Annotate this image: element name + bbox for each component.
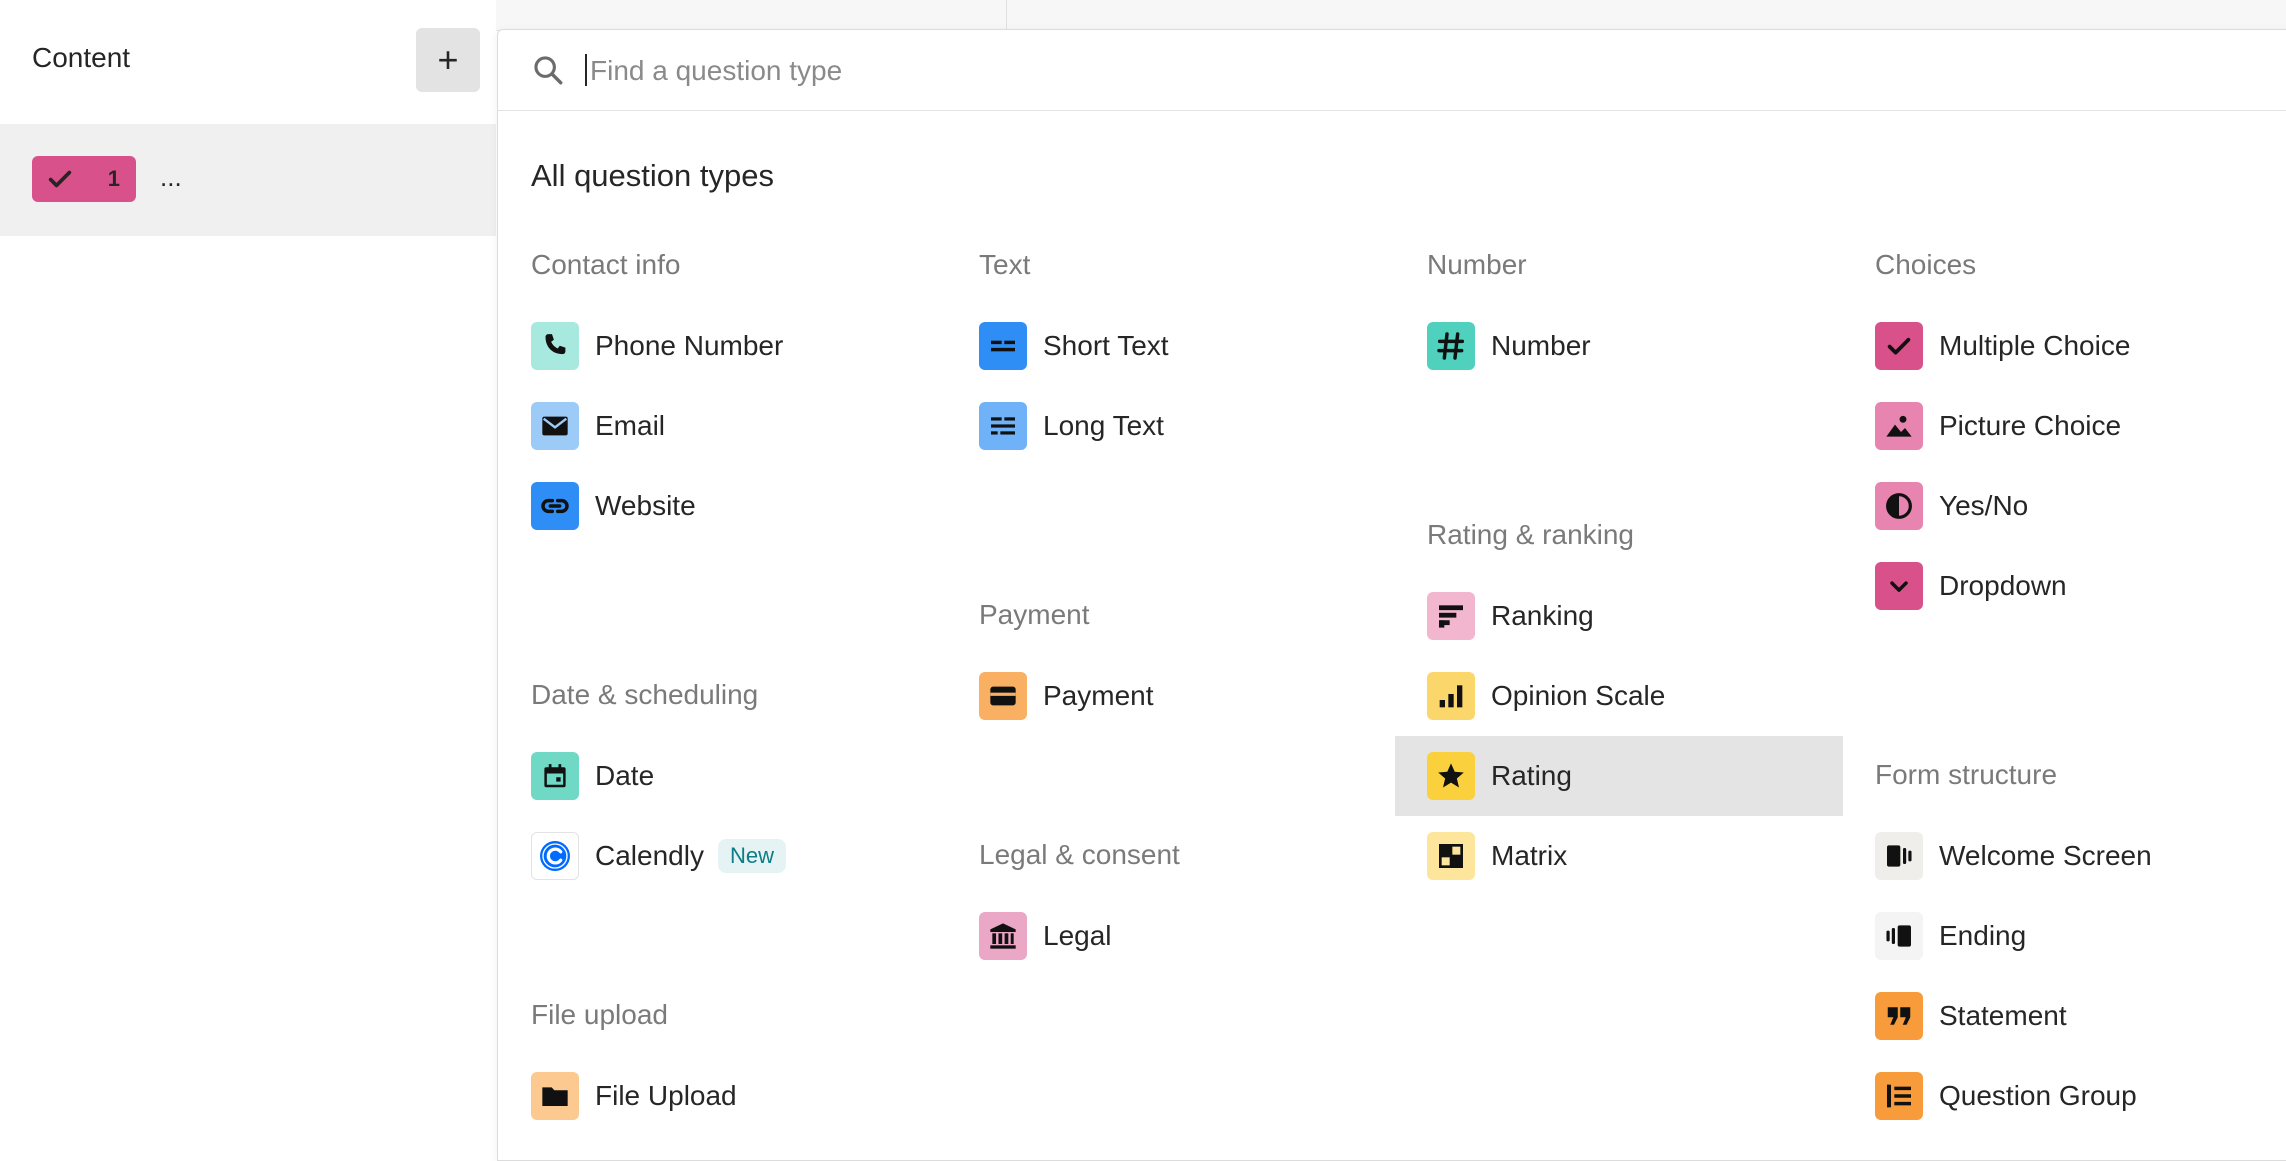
item-long-text[interactable]: Long Text — [947, 386, 1395, 466]
item-statement[interactable]: Statement — [1843, 976, 2286, 1056]
group-title: File upload — [531, 999, 668, 1030]
long-text-icon — [979, 402, 1027, 450]
item-label: Statement — [1939, 1000, 2067, 1031]
add-question-button[interactable]: + — [416, 28, 480, 92]
credit-card-icon — [979, 672, 1027, 720]
top-strip — [496, 0, 2286, 31]
group-title: Contact info — [531, 249, 681, 280]
item-label: Calendly — [595, 840, 704, 871]
link-icon — [531, 482, 579, 530]
item-label: Picture Choice — [1939, 410, 2122, 441]
item-label: Phone Number — [595, 330, 784, 361]
item-welcome-screen[interactable]: Welcome Screen — [1843, 816, 2286, 896]
item-label: Long Text — [1043, 410, 1164, 441]
short-text-icon — [979, 322, 1027, 370]
item-label: Opinion Scale — [1491, 680, 1666, 711]
item-label: Question Group — [1939, 1080, 2137, 1111]
item-phone-number[interactable]: Phone Number — [499, 306, 947, 386]
envelope-icon — [531, 402, 579, 450]
text-caret — [585, 54, 587, 86]
item-label: Rating — [1491, 760, 1572, 791]
item-ranking[interactable]: Ranking — [1395, 576, 1843, 656]
item-label: Legal — [1043, 920, 1112, 951]
phone-icon — [531, 322, 579, 370]
question-type-picker: All question types Contact info Phone Nu… — [497, 29, 2286, 1161]
item-legal[interactable]: Legal — [947, 896, 1395, 976]
question-list-item[interactable]: 1 ... — [0, 124, 496, 236]
divider — [1006, 0, 1007, 30]
folder-icon — [531, 1072, 579, 1120]
group-title: Form structure — [1875, 759, 2058, 790]
hash-icon — [1427, 322, 1475, 370]
item-label: Ranking — [1491, 600, 1594, 631]
group-title: Text — [979, 249, 1031, 280]
check-icon — [48, 170, 72, 188]
group-title: Date & scheduling — [531, 679, 759, 710]
sidebar-header: Content + — [0, 0, 496, 124]
item-label: Email — [595, 410, 666, 441]
star-icon — [1427, 752, 1475, 800]
item-date[interactable]: Date — [499, 736, 947, 816]
item-picture-choice[interactable]: Picture Choice — [1843, 386, 2286, 466]
picture-icon — [1875, 402, 1923, 450]
item-number[interactable]: Number — [1395, 306, 1843, 386]
group-title: Rating & ranking — [1427, 519, 1635, 550]
item-rating[interactable]: Rating — [1395, 736, 1843, 816]
item-ending[interactable]: Ending — [1843, 896, 2286, 976]
item-label: Short Text — [1043, 330, 1169, 361]
question-title: ... — [160, 162, 182, 192]
item-label: Payment — [1043, 680, 1154, 711]
search-bar — [498, 30, 2286, 111]
item-matrix[interactable]: Matrix — [1395, 816, 1843, 896]
bank-icon — [979, 912, 1027, 960]
item-multiple-choice[interactable]: Multiple Choice — [1843, 306, 2286, 386]
item-opinion-scale[interactable]: Opinion Scale — [1395, 656, 1843, 736]
item-question-group[interactable]: Question Group — [1843, 1056, 2286, 1136]
item-label: Multiple Choice — [1939, 330, 2131, 361]
item-label: Matrix — [1491, 840, 1568, 871]
ending-icon — [1875, 912, 1923, 960]
item-payment[interactable]: Payment — [947, 656, 1395, 736]
half-circle-icon — [1875, 482, 1923, 530]
bar-chart-icon — [1427, 672, 1475, 720]
item-file-upload[interactable]: File Upload — [499, 1056, 947, 1136]
item-website[interactable]: Website — [499, 466, 947, 546]
ranking-icon — [1427, 592, 1475, 640]
sidebar: Content + 1 ... — [0, 0, 496, 1144]
calendar-icon — [531, 752, 579, 800]
item-label: Website — [595, 490, 696, 521]
item-label: Yes/No — [1939, 490, 2029, 521]
group-title: Payment — [979, 599, 1090, 630]
item-label: Number — [1491, 330, 1591, 361]
item-short-text[interactable]: Short Text — [947, 306, 1395, 386]
sidebar-title: Content — [32, 42, 131, 73]
item-label: Welcome Screen — [1939, 840, 2152, 871]
item-email[interactable]: Email — [499, 386, 947, 466]
group-title: Legal & consent — [979, 839, 1180, 870]
item-label: Dropdown — [1939, 570, 2067, 601]
item-label: Date — [595, 760, 655, 791]
question-group-icon — [1875, 1072, 1923, 1120]
search-icon — [534, 56, 563, 85]
question-type-badge: 1 — [32, 156, 136, 202]
item-yes-no[interactable]: Yes/No — [1843, 466, 2286, 546]
group-title: Choices — [1875, 249, 1977, 280]
item-label: Ending — [1939, 920, 2027, 951]
calendly-icon — [531, 832, 579, 880]
group-title: Number — [1427, 249, 1527, 280]
matrix-icon — [1427, 832, 1475, 880]
chevron-down-icon — [1875, 562, 1923, 610]
new-badge: New — [717, 839, 786, 873]
search-input[interactable] — [588, 44, 2192, 98]
check-icon — [1875, 322, 1923, 370]
item-calendly[interactable]: Calendly New — [499, 816, 947, 896]
item-label: File Upload — [595, 1080, 737, 1111]
plus-icon: + — [437, 39, 459, 80]
welcome-screen-icon — [1875, 832, 1923, 880]
quote-icon — [1875, 992, 1923, 1040]
section-title: All question types — [531, 158, 774, 193]
question-number: 1 — [107, 166, 120, 191]
item-dropdown[interactable]: Dropdown — [1843, 546, 2286, 626]
